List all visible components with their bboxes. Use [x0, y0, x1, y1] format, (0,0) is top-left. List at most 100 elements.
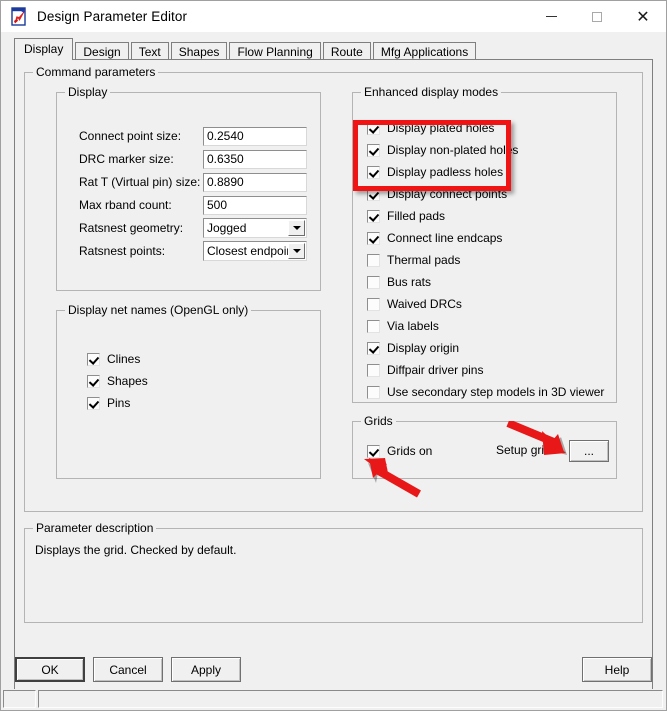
max-rband-count-input[interactable] [203, 195, 307, 215]
field-label: Max rband count: [79, 198, 172, 212]
checkbox-row-display-non-plated-holes[interactable]: Display non-plated holes [367, 142, 518, 158]
checkbox-label: Shapes [107, 374, 148, 388]
rat-t-size-input[interactable] [203, 172, 307, 192]
chevron-down-icon[interactable] [288, 243, 305, 259]
checkbox-row-filled-pads[interactable]: Filled pads [367, 208, 445, 224]
connect-line-endcaps-checkbox[interactable] [367, 231, 380, 245]
ok-button-label: OK [41, 662, 59, 677]
close-button[interactable]: ✕ [620, 1, 666, 32]
checkbox-row-display-plated-holes[interactable]: Display plated holes [367, 120, 494, 136]
apply-button[interactable]: Apply [171, 657, 241, 682]
checkbox-row-display-origin[interactable]: Display origin [367, 340, 459, 356]
clines-checkbox[interactable] [87, 352, 100, 366]
command-parameters-legend: Command parameters [33, 65, 159, 79]
checkbox-row-display-padless-holes[interactable]: Display padless holes [367, 164, 503, 180]
enhanced-display-modes-group: Enhanced display modes Display plated ho… [352, 85, 617, 403]
display-origin-checkbox[interactable] [367, 341, 380, 355]
cancel-button-label: Cancel [109, 662, 147, 677]
field-connect-point-size: Connect point size: [79, 126, 319, 146]
checkbox-row-via-labels[interactable]: Via labels [367, 318, 439, 334]
apply-button-label: Apply [190, 662, 222, 677]
checkbox-row-shapes[interactable]: Shapes [87, 373, 148, 389]
tab-page-display: Command parameters Display Connect point… [14, 59, 653, 710]
checkbox-row-thermal-pads[interactable]: Thermal pads [367, 252, 460, 268]
use-secondary-step-models-checkbox[interactable] [367, 385, 380, 399]
tab-display[interactable]: Display [14, 38, 74, 60]
close-icon: ✕ [636, 6, 650, 26]
ratsnest-geometry-combobox[interactable]: Jogged [203, 218, 307, 238]
tab-label: Flow Planning [237, 45, 313, 59]
field-label: DRC marker size: [79, 152, 174, 166]
display-group-legend: Display [65, 85, 111, 99]
display-plated-holes-checkbox[interactable] [367, 121, 380, 135]
grids-group: Grids Grids on Setup grids ... [352, 414, 617, 479]
help-button[interactable]: Help [582, 657, 652, 682]
checkbox-label: Use secondary step models in 3D viewer [387, 385, 605, 399]
setup-grids-button-label: ... [583, 444, 594, 458]
pins-checkbox[interactable] [87, 396, 100, 410]
diffpair-driver-pins-checkbox[interactable] [367, 363, 380, 377]
checkbox-row-use-secondary-step-models[interactable]: Use secondary step models in 3D viewer [367, 384, 604, 400]
setup-grids-label: Setup grids [496, 443, 557, 457]
display-net-names-group: Display net names (OpenGL only) Clines S… [56, 303, 321, 479]
shapes-checkbox[interactable] [87, 374, 100, 388]
combo-value: Closest endpoint [207, 244, 297, 258]
checkbox-label: Waived DRCs [387, 297, 462, 311]
minimize-button[interactable] [528, 1, 574, 32]
waived-drcs-checkbox[interactable] [367, 297, 380, 311]
help-button-label: Help [604, 662, 630, 677]
checkbox-label: Clines [107, 352, 141, 366]
checkbox-label: Display connect points [387, 187, 508, 201]
display-non-plated-holes-checkbox[interactable] [367, 143, 380, 157]
drc-marker-size-input[interactable] [203, 149, 307, 169]
filled-pads-checkbox[interactable] [367, 209, 380, 223]
design-parameter-editor-window: Design Parameter Editor ✕ Display Design… [0, 0, 667, 711]
tab-label: Text [138, 45, 161, 59]
checkbox-row-bus-rats[interactable]: Bus rats [367, 274, 431, 290]
parameter-description-group: Parameter description Displays the grid.… [24, 521, 643, 623]
app-document-rocket-icon [9, 6, 31, 28]
display-net-names-legend: Display net names (OpenGL only) [65, 303, 252, 317]
combo-value: Jogged [207, 221, 247, 235]
setup-grids-dots-button[interactable]: ... [569, 440, 609, 462]
checkbox-label: Connect line endcaps [387, 231, 503, 245]
bus-rats-checkbox[interactable] [367, 275, 380, 289]
grids-on-checkbox[interactable] [367, 444, 380, 458]
field-label: Ratsnest points: [79, 244, 166, 258]
maximize-icon [592, 11, 602, 22]
chevron-down-icon[interactable] [288, 220, 305, 236]
tab-label: Route [330, 45, 363, 59]
field-drc-marker-size: DRC marker size: [79, 149, 319, 169]
checkbox-label: Bus rats [387, 275, 432, 289]
checkbox-label: Diffpair driver pins [387, 363, 484, 377]
tab-strip: Display Design Text Shapes Flow Planning… [14, 38, 653, 61]
status-bar-pane-left [3, 690, 36, 708]
cancel-button[interactable]: Cancel [93, 657, 163, 682]
checkbox-row-display-connect-points[interactable]: Display connect points [367, 186, 507, 202]
checkbox-row-grids-on[interactable]: Grids on [367, 443, 432, 459]
field-label: Rat T (Virtual pin) size: [79, 175, 201, 189]
status-bar [1, 689, 666, 710]
maximize-button[interactable] [574, 1, 620, 32]
grids-legend: Grids [361, 414, 396, 428]
ok-button[interactable]: OK [15, 657, 85, 682]
thermal-pads-checkbox[interactable] [367, 253, 380, 267]
field-ratsnest-points: Ratsnest points: Closest endpoint [79, 241, 319, 261]
checkbox-row-connect-line-endcaps[interactable]: Connect line endcaps [367, 230, 502, 246]
checkbox-label: Thermal pads [387, 253, 461, 267]
checkbox-row-waived-drcs[interactable]: Waived DRCs [367, 296, 462, 312]
dialog-button-bar: OK Cancel Apply Help [1, 649, 666, 689]
checkbox-row-diffpair-driver-pins[interactable]: Diffpair driver pins [367, 362, 483, 378]
checkbox-label: Display non-plated holes [387, 143, 519, 157]
ratsnest-points-combobox[interactable]: Closest endpoint [203, 241, 307, 261]
checkbox-row-clines[interactable]: Clines [87, 351, 140, 367]
via-labels-checkbox[interactable] [367, 319, 380, 333]
checkbox-row-pins[interactable]: Pins [87, 395, 130, 411]
connect-point-size-input[interactable] [203, 126, 307, 146]
field-max-rband-count: Max rband count: [79, 195, 319, 215]
client-area: Display Design Text Shapes Flow Planning… [1, 32, 666, 710]
parameter-description-legend: Parameter description [33, 521, 157, 535]
parameter-description-text: Displays the grid. Checked by default. [35, 543, 237, 557]
display-connect-points-checkbox[interactable] [367, 187, 380, 201]
display-padless-holes-checkbox[interactable] [367, 165, 380, 179]
